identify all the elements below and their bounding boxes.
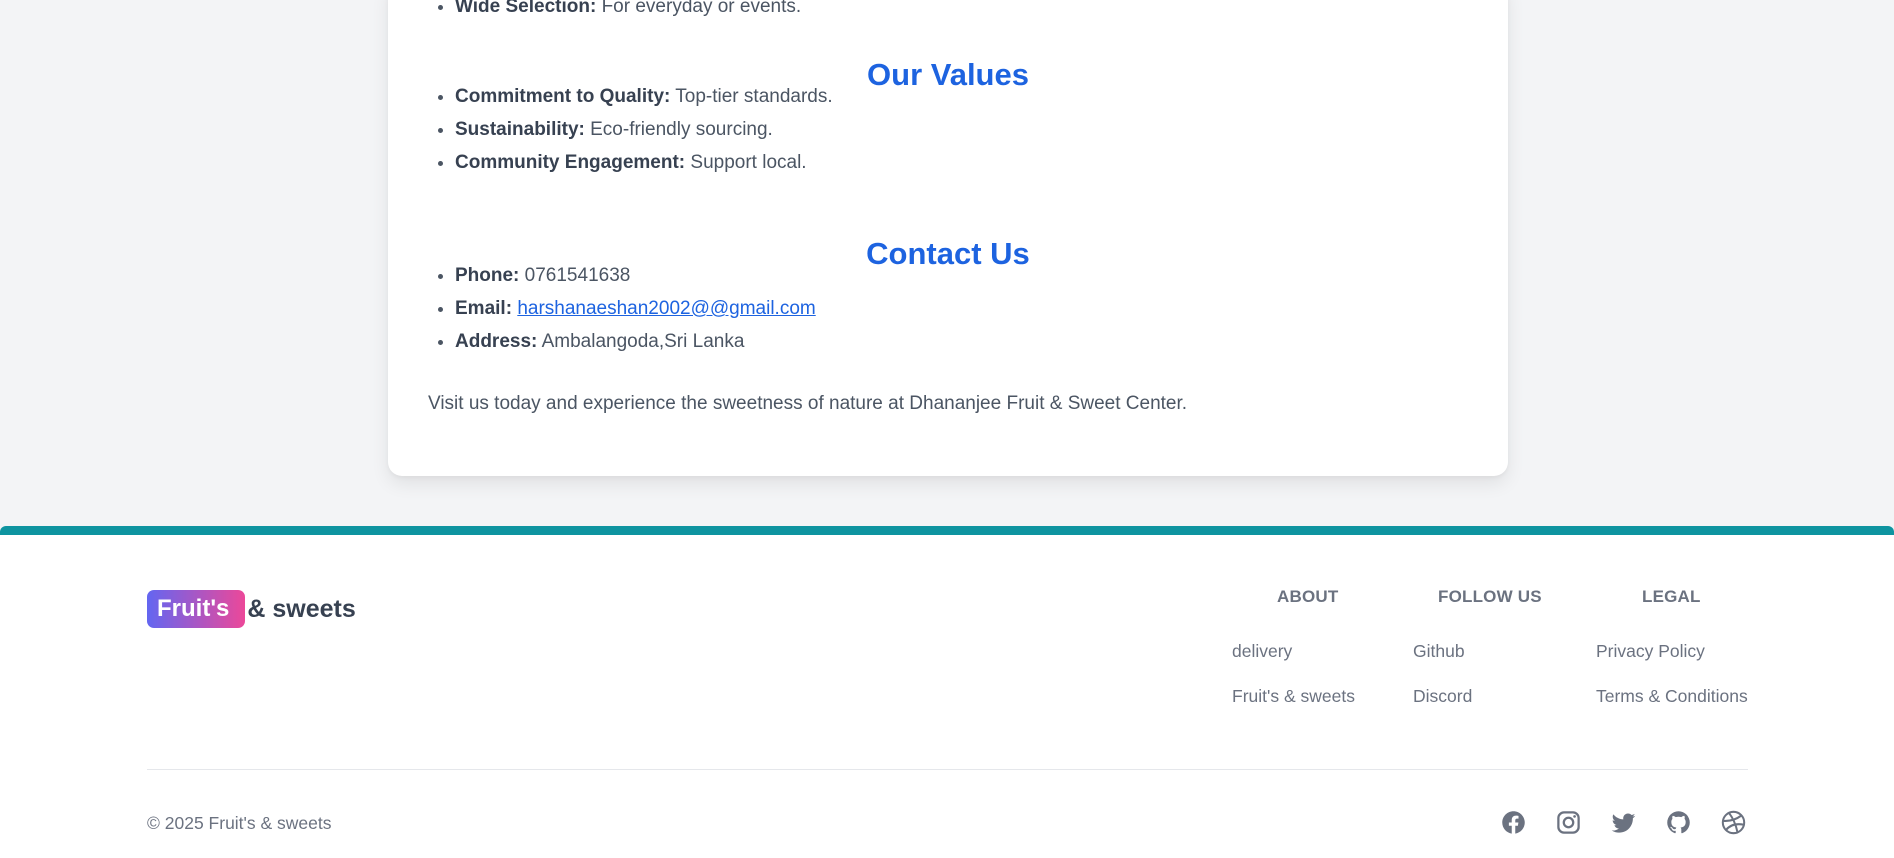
footer-link-terms[interactable]: Terms & Conditions <box>1596 686 1748 707</box>
closing-text: Visit us today and experience the sweetn… <box>428 393 1188 414</box>
github-icon[interactable] <box>1665 809 1692 836</box>
list-item: Commitment to Quality: Top-tier standard… <box>455 80 833 113</box>
footer-logo[interactable]: Fruit's & sweets <box>147 590 356 628</box>
values-list: Commitment to Quality: Top-tier standard… <box>428 80 833 179</box>
about-heading: ABOUT <box>1277 587 1339 606</box>
instagram-icon[interactable] <box>1555 809 1582 836</box>
facebook-icon[interactable] <box>1500 809 1527 836</box>
follow-heading: FOLLOW US <box>1438 587 1542 606</box>
footer-link-fruits-sweets[interactable]: Fruit's & sweets <box>1232 686 1355 707</box>
list-item: Community Engagement: Support local. <box>455 146 833 179</box>
logo-text: & sweets <box>247 594 356 623</box>
about-card: Wide Selection: For everyday or events. … <box>388 0 1508 476</box>
site-footer: Fruit's & sweets ABOUT delivery Fruit's … <box>0 535 1894 858</box>
footer-accent-bar <box>0 526 1894 535</box>
dribbble-icon[interactable] <box>1720 809 1747 836</box>
footer-column-legal: LEGAL Privacy Policy Terms & Conditions <box>1596 587 1748 706</box>
twitter-icon[interactable] <box>1610 809 1637 836</box>
footer-divider <box>147 769 1748 770</box>
footer-link-github[interactable]: Github <box>1413 641 1465 662</box>
list-item: Sustainability: Eco-friendly sourcing. <box>455 113 833 146</box>
footer-link-privacy[interactable]: Privacy Policy <box>1596 641 1705 662</box>
social-links <box>1500 809 1747 836</box>
contact-list: Phone: 0761541638 Email: harshanaeshan20… <box>428 259 816 358</box>
address-item: Address: Ambalangoda,Sri Lanka <box>455 325 816 358</box>
footer-link-delivery[interactable]: delivery <box>1232 641 1292 662</box>
email-item: Email: harshanaeshan2002@@gmail.com <box>455 292 816 325</box>
features-list: Wide Selection: For everyday or events. <box>428 0 801 23</box>
legal-heading: LEGAL <box>1642 587 1701 606</box>
logo-badge: Fruit's <box>147 590 246 628</box>
footer-column-follow: FOLLOW US Github Discord <box>1413 587 1542 706</box>
footer-column-about: ABOUT delivery Fruit's & sweets <box>1232 587 1355 706</box>
footer-link-discord[interactable]: Discord <box>1413 686 1472 707</box>
phone-item: Phone: 0761541638 <box>455 259 816 292</box>
email-link[interactable]: harshanaeshan2002@@gmail.com <box>517 298 815 319</box>
list-item: Wide Selection: For everyday or events. <box>455 0 801 23</box>
copyright-text: © 2025 Fruit's & sweets <box>147 813 332 833</box>
